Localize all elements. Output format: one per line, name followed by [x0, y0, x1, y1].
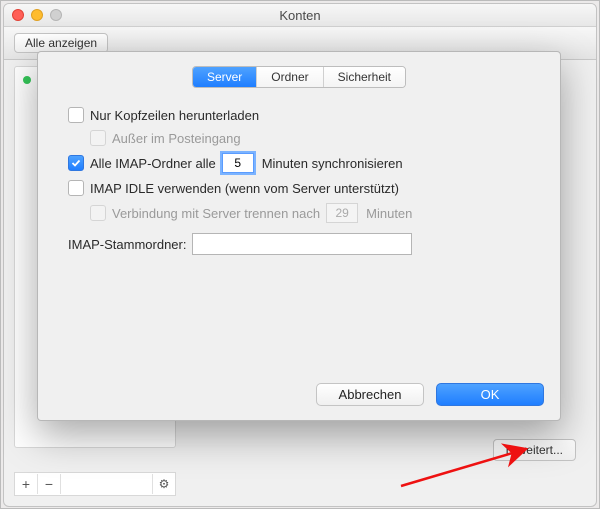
tab-security[interactable]: Sicherheit [324, 67, 405, 87]
cancel-button[interactable]: Abbrechen [316, 383, 424, 406]
root-folder-field[interactable] [192, 233, 412, 255]
label-disconnect-post: Minuten [366, 206, 412, 221]
disconnect-minutes-field [326, 203, 358, 223]
checkbox-sync-all[interactable] [68, 155, 84, 171]
label-sync-post: Minuten synchronisieren [262, 156, 403, 171]
checkbox-disconnect [90, 205, 106, 221]
titlebar: Konten [4, 4, 596, 27]
label-sync-pre: Alle IMAP-Ordner alle [90, 156, 216, 171]
tab-folders[interactable]: Ordner [257, 67, 323, 87]
checkbox-headers-only[interactable] [68, 107, 84, 123]
list-controls: + − ⚙ [14, 472, 176, 496]
label-imap-idle: IMAP IDLE verwenden (wenn vom Server unt… [90, 181, 399, 196]
checkbox-except-inbox [90, 130, 106, 146]
label-root-folder: IMAP-Stammordner: [68, 237, 186, 252]
label-except-inbox: Außer im Posteingang [112, 131, 241, 146]
ok-button[interactable]: OK [436, 383, 544, 406]
advanced-button[interactable]: Erweitert... [493, 439, 576, 461]
remove-button[interactable]: − [38, 474, 61, 494]
advanced-sheet: Server Ordner Sicherheit Nur Kopfzeilen … [37, 51, 561, 421]
tab-server[interactable]: Server [193, 67, 257, 87]
label-disconnect-pre: Verbindung mit Server trennen nach [112, 206, 320, 221]
gear-icon[interactable]: ⚙ [152, 474, 175, 494]
window-title: Konten [4, 8, 596, 23]
status-dot-icon [23, 76, 31, 84]
add-button[interactable]: + [15, 474, 38, 494]
label-headers-only: Nur Kopfzeilen herunterladen [90, 108, 259, 123]
checkbox-imap-idle[interactable] [68, 180, 84, 196]
tab-bar: Server Ordner Sicherheit [192, 66, 406, 88]
sync-interval-field[interactable] [222, 153, 254, 173]
show-all-button[interactable]: Alle anzeigen [14, 33, 108, 53]
